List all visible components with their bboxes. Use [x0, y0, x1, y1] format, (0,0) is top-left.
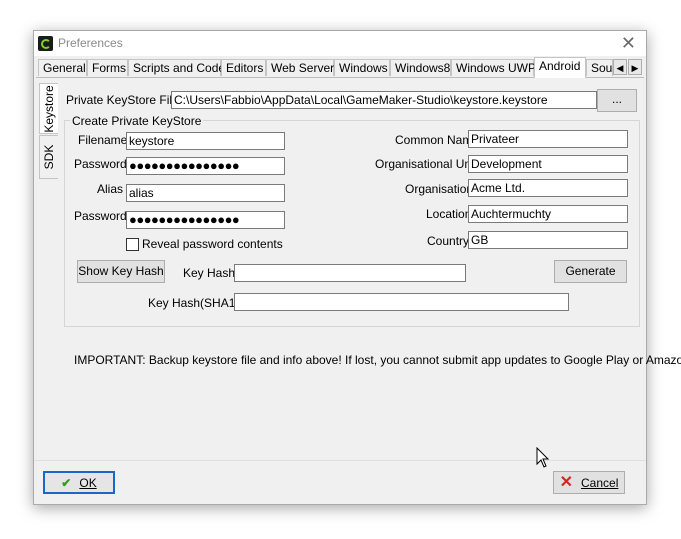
generate-button[interactable]: Generate — [554, 260, 627, 283]
title-bar: Preferences ✕ — [34, 31, 646, 56]
preferences-window: Preferences ✕ General Forms Scripts and … — [33, 30, 681, 505]
alias-input[interactable]: alias — [126, 184, 285, 202]
important-notice: IMPORTANT: Backup keystore file and info… — [74, 353, 681, 367]
cancel-label: Cancel — [581, 476, 619, 490]
ok-label: OK — [79, 476, 97, 490]
cancel-x-icon: ✕ — [559, 474, 574, 491]
side-tab-strip: Keystore SDK — [39, 83, 59, 189]
tab-sound[interactable]: Sou — [586, 59, 613, 76]
location-label: Location — [426, 207, 472, 221]
organisation-input[interactable]: Acme Ltd. — [468, 179, 628, 197]
org-unit-label: Organisational Unit — [375, 157, 478, 171]
org-unit-input[interactable]: Development — [468, 155, 628, 173]
create-keystore-group-title: Create Private KeyStore — [70, 114, 204, 128]
checkmark-icon: ✔ — [61, 476, 72, 490]
tab-scripts-and-code[interactable]: Scripts and Code — [128, 59, 225, 76]
country-label: Country — [427, 234, 470, 248]
country-input[interactable]: GB — [468, 231, 628, 249]
reveal-password-checkbox[interactable] — [126, 238, 139, 251]
location-input[interactable]: Auchtermuchty — [468, 205, 628, 223]
tab-windows8[interactable]: Windows8 — [390, 59, 451, 76]
common-name-input[interactable]: Privateer — [468, 130, 628, 148]
alias-label: Alias — [97, 182, 124, 196]
close-icon[interactable]: ✕ — [621, 33, 636, 53]
cancel-button[interactable]: ✕ Cancel — [553, 471, 625, 494]
reveal-password-label: Reveal password contents — [142, 237, 283, 251]
browse-button[interactable]: ... — [597, 89, 637, 112]
keystore-file-label: Private KeyStore File — [66, 93, 179, 107]
tab-android[interactable]: Android — [534, 57, 586, 78]
window-title: Preferences — [58, 36, 123, 50]
common-name-label: Common Name — [395, 133, 480, 147]
password-confirm-input[interactable]: ●●●●●●●●●●●●●●● — [126, 211, 285, 229]
tab-general[interactable]: General — [38, 59, 87, 76]
footer-separator — [34, 460, 646, 461]
mouse-cursor-icon — [536, 447, 550, 468]
tab-windows-uwp[interactable]: Windows UWP — [451, 59, 536, 76]
tab-forms[interactable]: Forms — [87, 59, 128, 76]
ok-button[interactable]: ✔ OK — [43, 471, 115, 494]
tab-editors[interactable]: Editors — [221, 59, 266, 76]
tab-strip: General Forms Scripts and Code Editors W… — [36, 57, 644, 78]
password-confirm-label: Password — [74, 209, 127, 223]
tab-windows[interactable]: Windows — [334, 59, 390, 76]
organisation-label: Organisation — [405, 182, 474, 196]
key-hash-input[interactable] — [234, 264, 466, 282]
side-tab-keystore[interactable]: Keystore — [39, 83, 58, 134]
tab-scroll-right-icon[interactable]: ▶ — [628, 59, 642, 75]
filename-input[interactable]: keystore — [126, 132, 285, 150]
key-hash-sha1-input[interactable] — [234, 293, 569, 311]
filename-label: Filename — [78, 133, 128, 147]
password-label: Password — [74, 157, 127, 171]
tab-web-server[interactable]: Web Server — [266, 59, 334, 76]
key-hash-sha1-label: Key Hash(SHA1) — [148, 296, 240, 310]
tab-scroll-left-icon[interactable]: ◀ — [613, 59, 627, 75]
side-tab-sdk[interactable]: SDK — [39, 135, 58, 179]
key-hash-label: Key Hash — [183, 266, 236, 280]
password-input[interactable]: ●●●●●●●●●●●●●●● — [126, 157, 285, 175]
show-key-hash-button[interactable]: Show Key Hash — [77, 260, 165, 283]
keystore-file-input[interactable]: C:\Users\Fabbio\AppData\Local\GameMaker-… — [171, 91, 597, 109]
gamemaker-logo-icon — [38, 36, 53, 51]
